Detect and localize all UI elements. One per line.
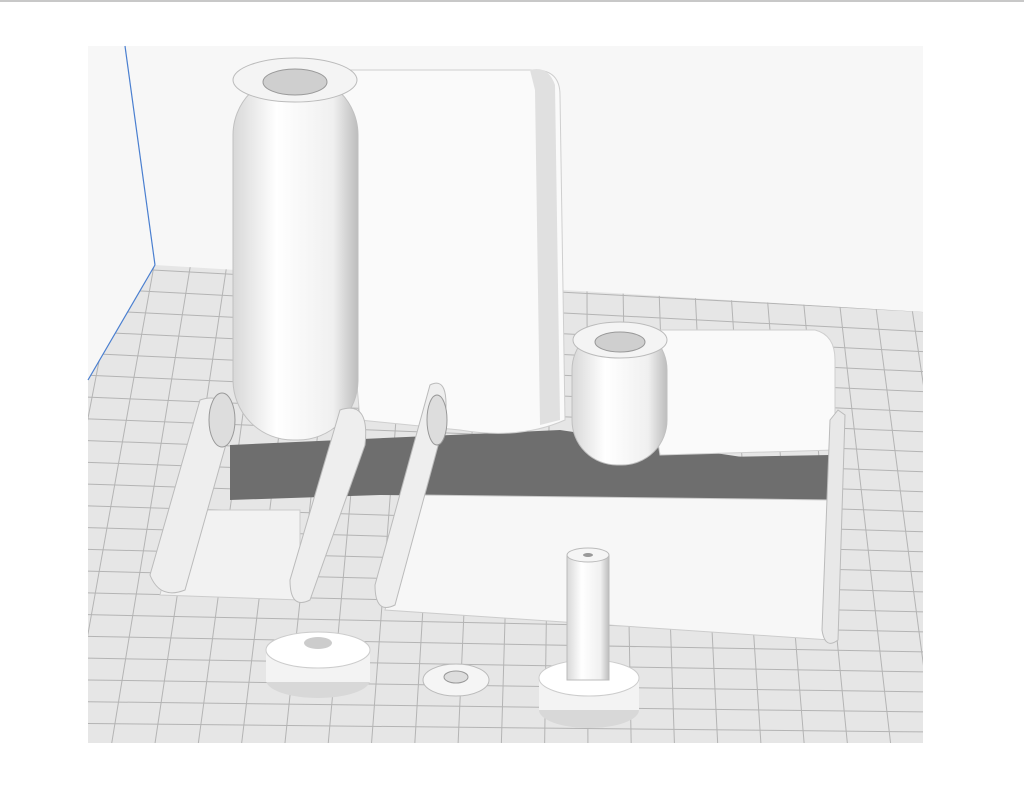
grid-line bbox=[983, 306, 1024, 790]
grid-line bbox=[0, 254, 47, 790]
3d-viewport[interactable] bbox=[0, 0, 1024, 791]
grid-line bbox=[0, 252, 11, 790]
model-short-hinge[interactable] bbox=[571, 321, 836, 466]
model-knob-left[interactable] bbox=[265, 631, 371, 698]
grid-line bbox=[1019, 308, 1024, 790]
grid-line bbox=[947, 304, 1024, 790]
model-tall-hinge[interactable] bbox=[232, 57, 566, 441]
model-washer[interactable] bbox=[422, 663, 490, 697]
grid-line bbox=[0, 256, 83, 790]
grid-line bbox=[60, 745, 930, 752]
tube-hole bbox=[262, 68, 328, 96]
